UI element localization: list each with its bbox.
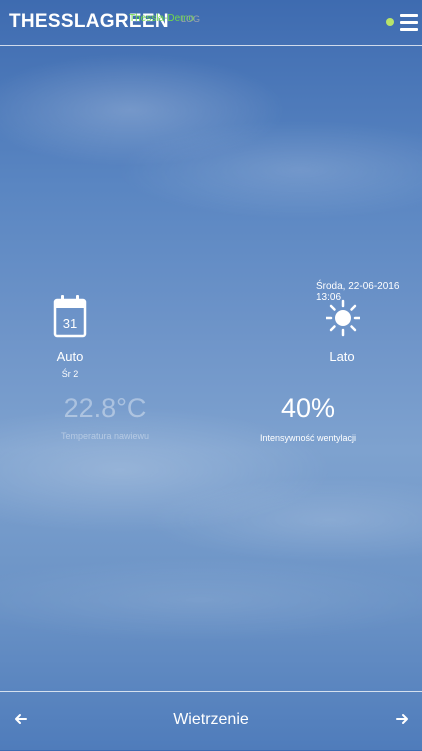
top-bar: THESSLAGREEN Thessla-Demo LOG	[0, 0, 422, 46]
supply-temperature-value: 22.8°C	[63, 393, 147, 423]
arrow-right-icon[interactable]	[395, 712, 409, 726]
sun-icon[interactable]	[326, 299, 360, 337]
mode-schedule: Śr 2	[61, 369, 79, 379]
bottom-bar: Wietrzenie	[0, 691, 422, 751]
ventilation-intensity-label: Intensywność wentylacji	[259, 433, 357, 443]
connection-status-indicator	[386, 18, 394, 26]
season-label: Lato	[329, 349, 355, 364]
arrow-left-icon[interactable]	[14, 712, 28, 726]
hamburger-menu-icon[interactable]	[400, 13, 418, 31]
device-status: LOG	[181, 14, 201, 24]
function-title[interactable]: Wietrzenie	[130, 711, 292, 729]
ventilation-intensity-value[interactable]: 40%	[268, 393, 348, 424]
supply-temperature-label: Temperatura nawiewu	[60, 431, 150, 441]
calendar-day: 31	[63, 316, 77, 331]
mode-selector[interactable]: 31	[40, 294, 100, 338]
mode-label: Auto	[56, 349, 84, 364]
calendar-icon[interactable]: 31	[53, 294, 87, 338]
